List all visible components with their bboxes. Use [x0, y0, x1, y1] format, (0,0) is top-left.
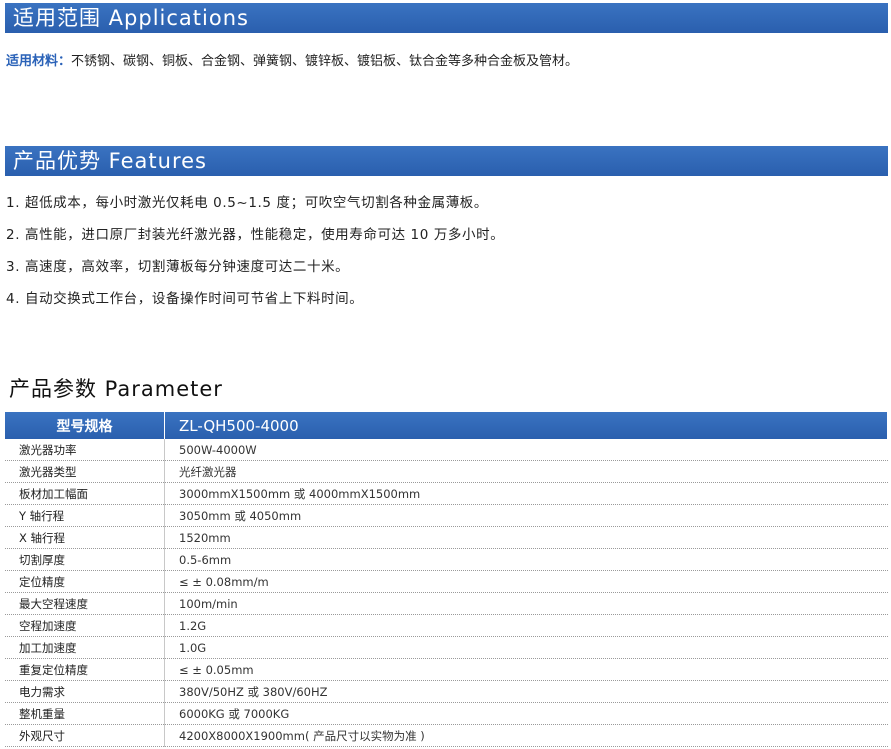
- table-row: 激光器功率 500W-4000W: [5, 439, 888, 461]
- param-value: 1520mm: [164, 526, 888, 549]
- param-value: 光纤激光器: [164, 460, 888, 483]
- table-row: 板材加工幅面 3000mmX1500mm 或 4000mmX1500mm: [5, 482, 888, 505]
- param-label: 定位精度: [5, 570, 165, 593]
- table-row: 定位精度 ≤ ± 0.08mm/m: [5, 570, 888, 593]
- param-label: 空程加速度: [5, 614, 165, 637]
- table-row: 外观尺寸 4200X8000X1900mm( 产品尺寸以实物为准 ): [5, 724, 888, 747]
- param-value: 100m/min: [164, 592, 888, 615]
- materials-line: 适用材料：不锈钢、碳钢、铜板、合金钢、弹簧钢、镀锌板、镀铝板、钛合金等多种合金板…: [6, 50, 578, 69]
- feature-item: 3. 高速度，高效率，切割薄板每分钟速度可达二十米。: [6, 259, 350, 275]
- feature-item: 4. 自动交换式工作台，设备操作时间可节省上下料时间。: [6, 291, 364, 307]
- param-value: 0.5-6mm: [164, 548, 888, 571]
- param-label: X 轴行程: [5, 526, 165, 549]
- param-value: 6000KG 或 7000KG: [164, 702, 888, 725]
- param-value: 3000mmX1500mm 或 4000mmX1500mm: [164, 482, 888, 505]
- materials-label: 适用材料：: [6, 54, 72, 69]
- param-label: 最大空程速度: [5, 592, 165, 615]
- param-label: 激光器类型: [5, 460, 165, 483]
- param-label: 板材加工幅面: [5, 482, 165, 505]
- table-row: 切割厚度 0.5-6mm: [5, 548, 888, 571]
- param-label: 重复定位精度: [5, 658, 165, 681]
- table-row: 重复定位精度 ≤ ± 0.05mm: [5, 658, 888, 681]
- parameter-header-row: 型号规格 ZL-QH500-4000: [5, 412, 888, 439]
- param-label: Y 轴行程: [5, 504, 165, 527]
- table-row: 空程加速度 1.2G: [5, 614, 888, 637]
- features-heading: 产品优势 Features: [5, 146, 888, 176]
- table-row: 加工加速度 1.0G: [5, 636, 888, 659]
- model-spec-value: ZL-QH500-4000: [164, 412, 888, 439]
- param-label: 外观尺寸: [5, 724, 165, 747]
- param-value: 380V/50HZ 或 380V/60HZ: [164, 680, 888, 703]
- table-row: 整机重量 6000KG 或 7000KG: [5, 702, 888, 725]
- materials-text: 不锈钢、碳钢、铜板、合金钢、弹簧钢、镀锌板、镀铝板、钛合金等多种合金板及管材。: [71, 54, 579, 69]
- param-value: 500W-4000W: [164, 439, 888, 461]
- param-value: 1.2G: [164, 614, 888, 637]
- param-label: 整机重量: [5, 702, 165, 725]
- model-spec-label: 型号规格: [5, 412, 165, 439]
- applications-heading: 适用范围 Applications: [5, 3, 888, 33]
- param-value: ≤ ± 0.08mm/m: [164, 570, 888, 593]
- features-list: 1. 超低成本，每小时激光仅耗电 0.5~1.5 度；可吹空气切割各种金属薄板。…: [6, 193, 504, 321]
- param-value: 1.0G: [164, 636, 888, 659]
- param-value: 4200X8000X1900mm( 产品尺寸以实物为准 ): [164, 724, 888, 747]
- feature-item: 2. 高性能，进口原厂封装光纤激光器，性能稳定，使用寿命可达 10 万多小时。: [6, 227, 505, 243]
- param-label: 切割厚度: [5, 548, 165, 571]
- table-row: 电力需求 380V/50HZ 或 380V/60HZ: [5, 680, 888, 703]
- table-row: 激光器类型 光纤激光器: [5, 460, 888, 483]
- param-value: ≤ ± 0.05mm: [164, 658, 888, 681]
- table-row: X 轴行程 1520mm: [5, 526, 888, 549]
- parameter-heading: 产品参数 Parameter: [9, 377, 223, 401]
- param-value: 3050mm 或 4050mm: [164, 504, 888, 527]
- param-label: 加工加速度: [5, 636, 165, 659]
- param-label: 电力需求: [5, 680, 165, 703]
- parameter-table: 型号规格 ZL-QH500-4000 激光器功率 500W-4000W 激光器类型…: [5, 412, 888, 747]
- param-label: 激光器功率: [5, 439, 165, 461]
- feature-item: 1. 超低成本，每小时激光仅耗电 0.5~1.5 度；可吹空气切割各种金属薄板。: [6, 195, 489, 211]
- table-row: Y 轴行程 3050mm 或 4050mm: [5, 504, 888, 527]
- table-row: 最大空程速度 100m/min: [5, 592, 888, 615]
